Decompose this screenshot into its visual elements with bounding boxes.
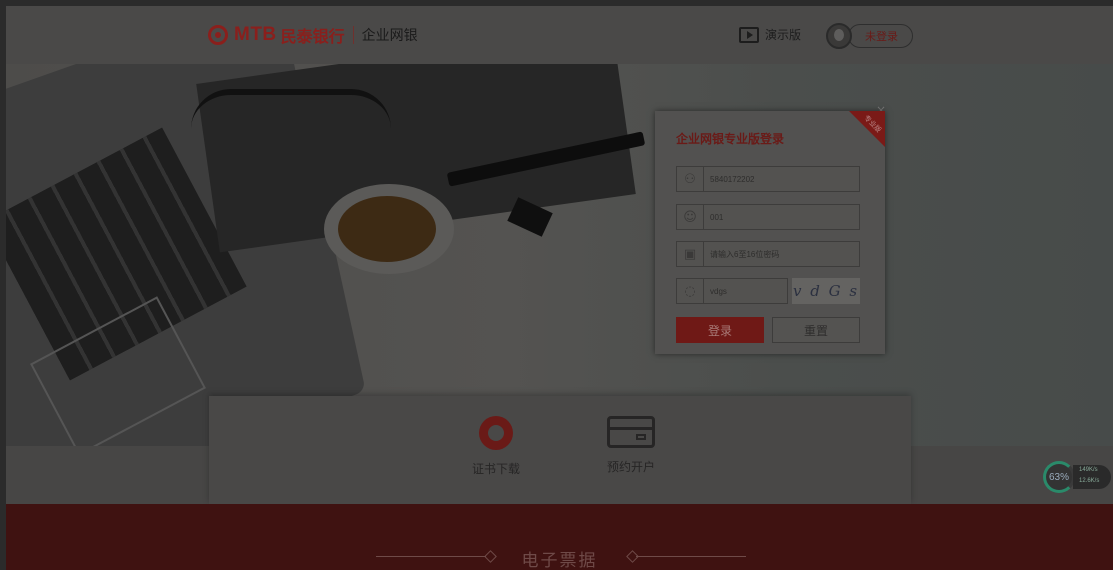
logo-text-cn: 民泰银行 (280, 27, 345, 46)
captcha-field[interactable]: ◌ vdgs (676, 278, 788, 304)
open-account-label: 预约开户 (606, 460, 655, 474)
user-icon: ☺ (677, 205, 704, 229)
account-field[interactable]: ⚇ 5840172202 (676, 166, 860, 192)
demo-link[interactable]: 演示版 (739, 26, 801, 43)
certificate-badge-icon (479, 416, 513, 450)
glasses-image (191, 89, 391, 150)
avatar-icon (826, 23, 852, 49)
logo-mark-icon (208, 25, 228, 45)
password-field[interactable]: ▣ 请输入6至16位密码 (676, 241, 860, 267)
login-title: 企业网银专业版登录 (676, 132, 785, 146)
upload-rate: 149K/s (1079, 467, 1098, 473)
account-value: 5840172202 (710, 174, 755, 184)
certificate-download-label: 证书下载 (471, 462, 520, 476)
divider-line-right (636, 556, 746, 557)
login-status-pill[interactable]: 未登录 (848, 24, 913, 48)
login-card: 专业版 企业网银专业版登录 ⚇ 5840172202 ☺ 001 ▣ 请输入6至… (655, 111, 885, 354)
top-header: MTB 民泰银行 企业网银 演示版 未登录 (6, 6, 1113, 64)
logo-subtitle: 企业网银 (361, 28, 418, 44)
download-rate: 12.6K/s (1079, 478, 1100, 484)
hero-banner (6, 64, 1113, 446)
play-screen-icon (739, 26, 759, 43)
reset-button[interactable]: 重置 (772, 317, 860, 343)
captcha-value: vdgs (710, 286, 727, 296)
operator-field[interactable]: ☺ 001 (676, 204, 860, 230)
open-account-link[interactable]: 预约开户 (591, 416, 671, 475)
login-button[interactable]: 登录 (676, 317, 764, 343)
e-bill-section: 电子票据 (6, 504, 1113, 570)
logo-text-en: MTB (234, 24, 277, 45)
password-placeholder: 请输入6至16位密码 (710, 249, 780, 259)
bank-logo[interactable]: MTB 民泰银行 企业网银 (208, 23, 418, 47)
coffee-image (338, 196, 436, 262)
e-bill-title: 电子票据 (521, 551, 598, 570)
speed-percent: 63% (1043, 461, 1075, 493)
network-speed-widget[interactable]: 63% 149K/s 12.6K/s (1043, 461, 1113, 495)
lock-icon: ▣ (677, 242, 704, 266)
captcha-image[interactable]: v d G s (792, 278, 860, 304)
certificate-download-link[interactable]: 证书下载 (456, 416, 536, 477)
user-status[interactable]: 未登录 (826, 23, 913, 49)
operator-value: 001 (710, 212, 724, 222)
service-panel: 证书下载 预约开户 (209, 396, 911, 504)
page: MTB 民泰银行 企业网银 演示版 未登录 × 专业版 企业网银专业版登录 ⚇ … (6, 6, 1113, 570)
bank-card-icon (607, 416, 655, 448)
shield-icon: ◌ (677, 279, 704, 303)
speed-rates: 149K/s 12.6K/s (1073, 465, 1111, 489)
users-icon: ⚇ (677, 167, 704, 191)
demo-label: 演示版 (765, 28, 802, 42)
logo-divider (352, 26, 354, 44)
